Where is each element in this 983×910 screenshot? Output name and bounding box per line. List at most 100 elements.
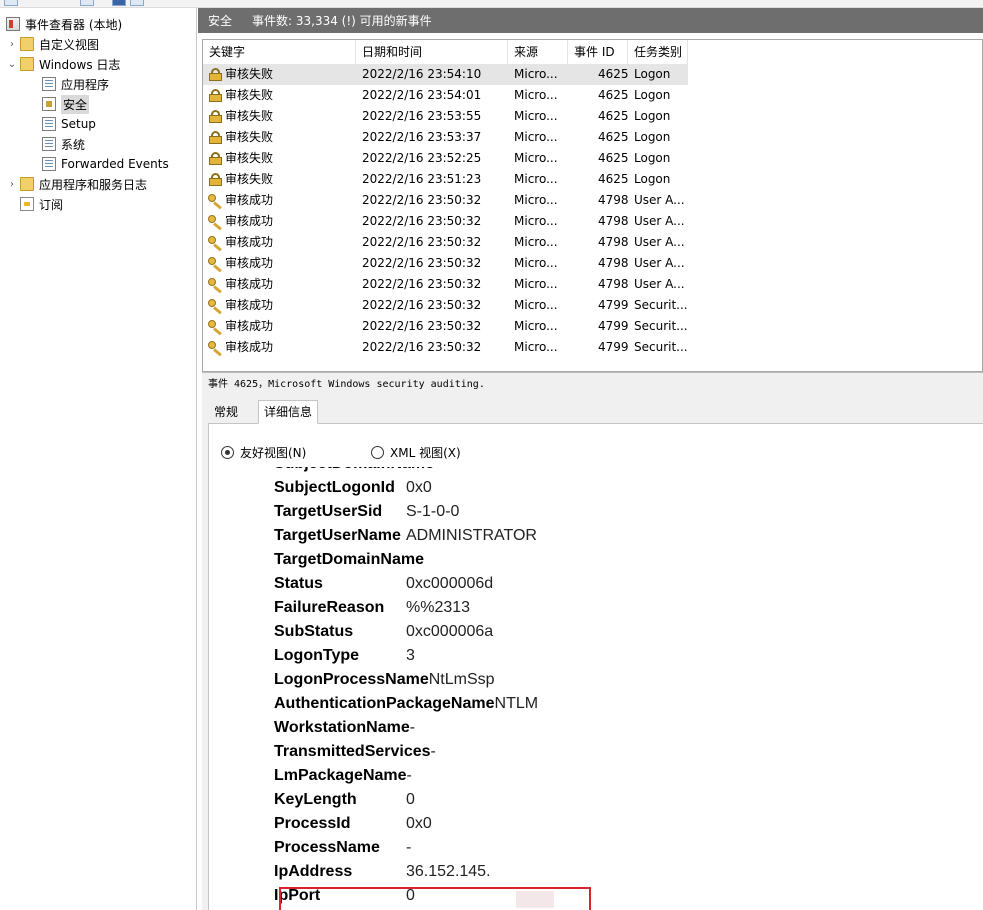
field-name: TargetDomainName [274,551,424,568]
table-row[interactable]: 审核成功 2022/2/16 23:50:32 Micro... 4798 User A… [203,274,688,295]
table-row[interactable]: 审核失败 2022/2/16 23:52:25 Micro... 4625 Logon [203,148,688,169]
event-id-cell: 4625 [598,109,629,123]
category-cell: Securit... [634,319,688,333]
field-value: - [434,467,439,473]
redacted-region [516,891,554,908]
tree-item[interactable]: › 自定义视图 [6,34,99,54]
key-shaft [213,243,222,252]
event-field[interactable]: LogonProcessName NtLmSsp [274,668,495,692]
event-data-fields[interactable]: SubjectDomainName- SubjectLogonId 0x0 Targe… [227,467,983,910]
event-field[interactable]: KeyLength 0 [274,788,415,812]
table-row[interactable]: 审核成功 2022/2/16 23:50:32 Micro... 4798 User A… [203,211,688,232]
datetime-cell: 2022/2/16 23:52:25 [362,151,482,165]
table-row[interactable]: 审核成功 2022/2/16 23:50:32 Micro... 4798 User A… [203,232,688,253]
tree-item[interactable]: 安全 [40,94,90,114]
event-list[interactable]: 关键字 日期和时间 来源 事件 ID 任务类别 审核失败 2022/2/16 23:54:… [202,39,983,372]
table-row[interactable]: 审核成功 2022/2/16 23:50:32 Micro... 4799 Securi… [203,337,688,358]
field-name: SubjectLogonId [274,479,395,496]
event-id-cell: 4798 [598,256,629,270]
tree-item-label: Windows 日志 [39,57,121,72]
toolbar-icon[interactable] [80,0,94,6]
tree-item[interactable]: 系统 [40,134,85,154]
datetime-cell: 2022/2/16 23:50:32 [362,319,482,333]
tree-item[interactable]: Forwarded Events [40,154,169,174]
field-name: LogonProcessName [274,671,429,688]
lock-body [209,178,222,186]
category-cell: User A... [634,277,685,291]
event-field[interactable]: WorkstationName - [274,716,415,740]
event-field[interactable]: SubjectDomainName- [274,467,439,476]
field-value: - [406,767,412,784]
keyword-cell: 审核失败 [225,130,274,144]
field-value: 3 [406,647,415,664]
event-field[interactable]: LmPackageName - [274,764,412,788]
table-row[interactable]: 审核失败 2022/2/16 23:53:37 Micro... 4625 Logon [203,127,688,148]
event-field[interactable]: ProcessName - [274,836,411,860]
column-header[interactable]: 关键字 [203,40,356,64]
event-field[interactable]: TransmittedServices - [274,740,436,764]
back-icon[interactable] [4,0,18,6]
column-header[interactable]: 事件 ID [568,40,628,64]
friendly-view-radio[interactable]: 友好视图(N) [221,444,306,461]
xml-view-label: XML 视图(X) [390,446,461,460]
tree-item[interactable]: Setup [40,114,96,134]
table-row[interactable]: 审核失败 2022/2/16 23:53:55 Micro... 4625 Logon [203,106,688,127]
subscription-icon [20,197,34,211]
event-field[interactable]: TargetUserSid S-1-0-0 [274,500,459,524]
xml-view-radio[interactable]: XML 视图(X) [371,444,461,461]
column-header[interactable]: 日期和时间 [356,40,508,64]
table-row[interactable]: 审核失败 2022/2/16 23:51:23 Micro... 4625 Logon [203,169,688,190]
chevron-icon[interactable]: ⌄ [6,59,18,70]
event-field[interactable]: Status 0xc000006d [274,572,493,596]
category-cell: User A... [634,256,685,270]
event-field[interactable]: IpAddress 36.152.145. [274,860,491,884]
event-field[interactable]: SubjectLogonId 0x0 [274,476,432,500]
lock-icon [209,173,222,186]
field-name: LogonType [274,647,360,664]
keyword-cell: 审核失败 [225,151,274,165]
tab-details[interactable]: 详细信息 [258,400,319,424]
table-row[interactable]: 审核成功 2022/2/16 23:50:32 Micro... 4798 User A… [203,190,688,211]
event-field[interactable]: LogonType 3 [274,644,415,668]
table-row[interactable]: 审核成功 2022/2/16 23:50:32 Micro... 4799 Securi… [203,295,688,316]
field-name: LmPackageName [274,767,407,784]
tree-item[interactable]: › 应用程序和服务日志 [6,174,147,194]
event-field[interactable]: FailureReason %%2313 [274,596,470,620]
event-field[interactable]: ProcessId 0x0 [274,812,432,836]
tree-item[interactable]: 订阅 [6,194,63,214]
chevron-icon[interactable]: › [6,39,18,50]
field-value: ADMINISTRATOR [406,527,537,544]
column-header[interactable]: 来源 [508,40,568,64]
chevron-icon[interactable]: › [6,179,18,190]
tree-item[interactable]: 应用程序 [40,74,109,94]
event-id-cell: 4625 [598,130,629,144]
source-cell: Micro... [514,214,558,228]
help-icon[interactable] [112,0,126,6]
key-shaft [213,306,222,315]
tree-item[interactable]: 事件查看器 (本地) [4,14,122,34]
keyword-cell: 审核成功 [225,193,274,207]
list-header: 关键字 日期和时间 来源 事件 ID 任务类别 [203,40,982,64]
tree-item[interactable]: ⌄ Windows 日志 [6,54,120,74]
field-name: SubStatus [274,623,354,640]
table-row[interactable]: 审核成功 2022/2/16 23:50:32 Micro... 4798 User A… [203,253,688,274]
tab-general[interactable]: 常规 [208,400,244,424]
log-icon [42,137,56,151]
tree-item-label: 应用程序和服务日志 [39,177,148,192]
toolbar-icon[interactable] [130,0,144,6]
column-header[interactable]: 任务类别 [628,40,688,64]
event-field[interactable]: AuthenticationPackageName NTLM [274,692,538,716]
table-row[interactable]: 审核失败 2022/2/16 23:54:10 Micro... 4625 Logon [203,64,688,85]
event-field[interactable]: SubStatus 0xc000006a [274,620,493,644]
source-cell: Micro... [514,130,558,144]
event-field[interactable]: TargetDomainName [274,548,424,572]
log-icon [42,117,56,131]
source-cell: Micro... [514,277,558,291]
keyword-cell: 审核失败 [225,88,274,102]
event-field[interactable]: TargetUserName ADMINISTRATOR [274,524,537,548]
category-cell: Logon [634,151,671,165]
table-row[interactable]: 审核成功 2022/2/16 23:50:32 Micro... 4799 Securi… [203,316,688,337]
vertical-scrollbar[interactable] [209,467,227,910]
table-row[interactable]: 审核失败 2022/2/16 23:54:01 Micro... 4625 Logon [203,85,688,106]
field-value: 0x0 [406,479,432,496]
